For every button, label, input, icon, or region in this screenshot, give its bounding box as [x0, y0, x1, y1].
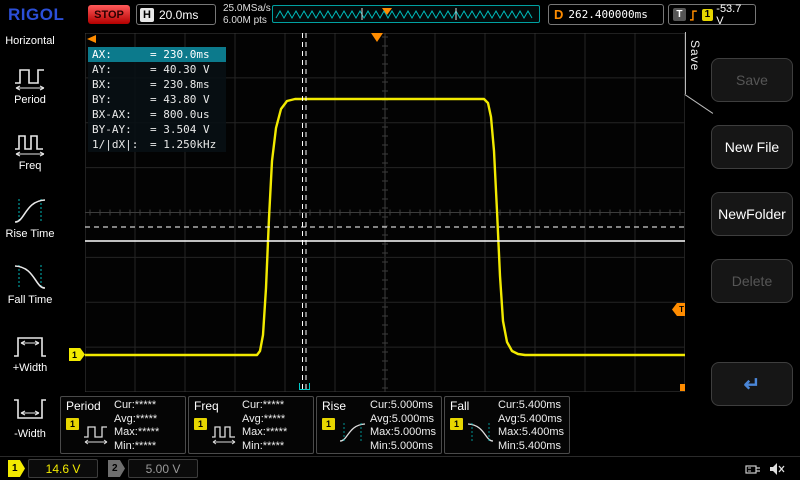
top-bar: RIGOL STOP H 20.0ms 25.0MSa/s 6.00M pts …: [0, 0, 800, 30]
freq-icon: [12, 128, 48, 158]
period-icon: [82, 421, 112, 445]
sample-rate: 25.0MSa/s: [223, 3, 271, 15]
preview-svg: [274, 7, 538, 21]
record-preview[interactable]: [272, 5, 540, 23]
horizontal-timebase-box[interactable]: H 20.0ms: [136, 4, 216, 25]
cursor-readout-panel: AX:= 230.0ms AY:= 40.30 V BX:= 230.8ms B…: [88, 47, 226, 152]
trigger-box[interactable]: T 1 -53.7 V: [668, 4, 756, 25]
return-icon: ↵: [744, 372, 761, 397]
sidebar-item-fall-time[interactable]: Fall Time: [0, 262, 60, 306]
channel-badge: 1: [322, 418, 335, 430]
memory-depth: 6.00M pts: [223, 15, 271, 27]
rise-time-icon: [338, 421, 368, 445]
usb-icon: [744, 461, 762, 477]
plus-width-icon: [12, 330, 48, 360]
return-button[interactable]: ↵: [711, 362, 793, 406]
run-state-badge[interactable]: STOP: [88, 5, 130, 24]
sidebar-item-label: Period: [0, 94, 60, 106]
timebase-value: 20.0ms: [159, 8, 198, 22]
new-folder-button[interactable]: NewFolder: [711, 192, 793, 236]
trigger-channel-badge: 1: [702, 9, 714, 21]
delay-box[interactable]: D 262.400000ms: [548, 4, 664, 25]
fall-time-icon: [12, 262, 48, 292]
delay-label: D: [554, 7, 563, 22]
menu-tab-border-diagonal: [684, 94, 713, 114]
cursor-row-bxax: BX-AX:= 800.0us: [88, 107, 226, 122]
channel-status-bar: 1 14.6 V 2 5.00 V: [0, 456, 800, 480]
sidebar-item-freq[interactable]: Freq: [0, 128, 60, 172]
cursor-row-by: BY:= 43.80 V: [88, 92, 226, 107]
channel1-scale: 14.6 V: [28, 459, 98, 478]
fall-time-icon: [466, 421, 496, 445]
sidebar-item-label: +Width: [0, 362, 60, 374]
channel-badge: 1: [450, 418, 463, 430]
cursor-bottom-indicator-icon: [299, 383, 310, 390]
channel1-ground-marker[interactable]: 1: [69, 348, 85, 361]
measure-category-title[interactable]: Horizontal: [0, 35, 60, 47]
sidebar-item-label: Fall Time: [0, 294, 60, 306]
trigger-label: T: [673, 8, 686, 21]
cursor-row-ax: AX:= 230.0ms: [88, 47, 226, 62]
measure-sidebar: Horizontal Period Freq Rise Time: [0, 30, 60, 456]
channel-badge: 1: [66, 418, 79, 430]
channel2-scale: 5.00 V: [128, 459, 198, 478]
freq-icon: [210, 421, 240, 445]
trigger-level-value: -53.7 V: [716, 3, 751, 27]
channel-badge: 1: [194, 418, 207, 430]
minus-width-icon: [12, 396, 48, 426]
cursor-row-byay: BY-AY:= 3.504 V: [88, 122, 226, 137]
menu-tab-border: [685, 32, 686, 94]
menu-tab-title: Save: [688, 40, 702, 71]
delay-value: 262.400000ms: [568, 8, 647, 21]
new-file-button[interactable]: New File: [711, 125, 793, 169]
sidebar-item-label: Rise Time: [0, 228, 60, 240]
speaker-muted-icon: [768, 461, 786, 477]
measurement-panel-period: Period 1 Cur:***** Avg:***** Max:***** M…: [60, 396, 186, 454]
trigger-position-marker-icon[interactable]: [371, 33, 383, 42]
measurement-panel-rise: Rise 1 Cur:5.000ms Avg:5.000ms Max:5.000…: [316, 396, 442, 454]
channel1-badge: 1: [8, 460, 25, 477]
sidebar-item-rise-time[interactable]: Rise Time: [0, 196, 60, 240]
measurement-panel-freq: Freq 1 Cur:***** Avg:***** Max:***** Min…: [188, 396, 314, 454]
period-icon: [12, 62, 48, 92]
cursor-row-inv-dx: 1/|dX|:= 1.250kHz: [88, 137, 226, 152]
save-menu: Save Save New File NewFolder Delete ↵: [685, 30, 800, 456]
delete-button[interactable]: Delete: [711, 259, 793, 303]
h-label: H: [140, 8, 154, 22]
trigger-slope-icon: [689, 8, 699, 22]
delay-offscreen-arrow-icon: [87, 35, 96, 43]
sidebar-item-label: Freq: [0, 160, 60, 172]
sidebar-item-minus-width[interactable]: -Width: [0, 396, 60, 440]
cursor-row-ay: AY:= 40.30 V: [88, 62, 226, 77]
sidebar-item-label: -Width: [0, 428, 60, 440]
save-button[interactable]: Save: [711, 58, 793, 102]
oscilloscope-screen: RIGOL STOP H 20.0ms 25.0MSa/s 6.00M pts …: [0, 0, 800, 480]
cursor-row-bx: BX:= 230.8ms: [88, 77, 226, 92]
sidebar-item-period[interactable]: Period: [0, 62, 60, 106]
rigol-logo: RIGOL: [8, 5, 64, 25]
acquisition-info: 25.0MSa/s 6.00M pts: [223, 3, 271, 27]
channel2-badge: 2: [108, 460, 125, 477]
measurement-panel-fall: Fall 1 Cur:5.400ms Avg:5.400ms Max:5.400…: [444, 396, 570, 454]
rise-time-icon: [12, 196, 48, 226]
sidebar-item-plus-width[interactable]: +Width: [0, 330, 60, 374]
